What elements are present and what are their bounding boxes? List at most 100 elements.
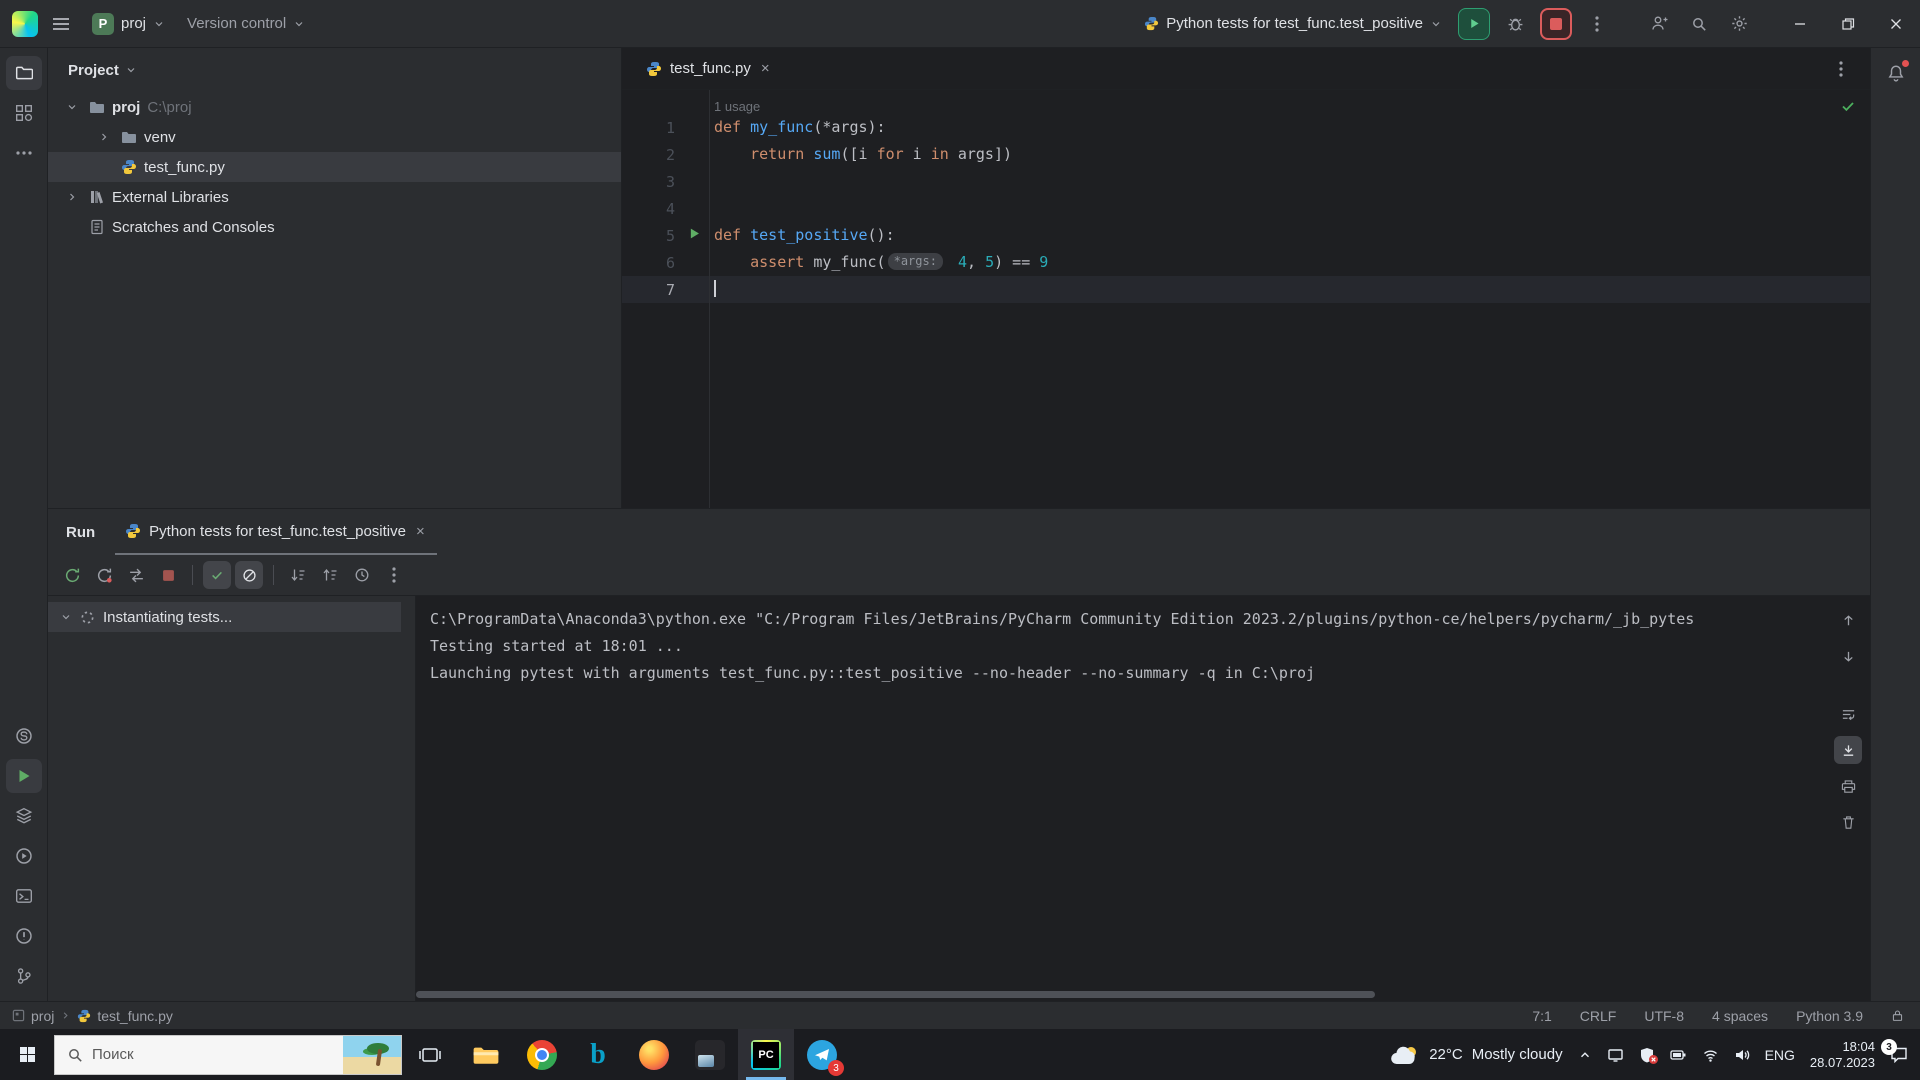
bing-button[interactable]: b <box>570 1029 626 1080</box>
run-button[interactable] <box>1458 7 1490 40</box>
photos-app-button[interactable] <box>682 1029 738 1080</box>
editor-tab-test-func[interactable]: test_func.py × <box>622 48 784 89</box>
inspections-ok-icon[interactable] <box>1840 98 1856 114</box>
stripe-item-python-console[interactable] <box>6 839 42 873</box>
stripe-item-project[interactable] <box>5 56 42 90</box>
taskbar-search[interactable]: Поиск <box>54 1034 402 1075</box>
code-line-2[interactable]: return sum([i for i in args]) <box>710 141 1870 168</box>
stripe-item-problems[interactable] <box>6 919 42 953</box>
more-actions-button[interactable] <box>1580 7 1614 41</box>
run-test-gutter-icon[interactable] <box>688 227 701 240</box>
close-tab-icon[interactable]: × <box>759 60 772 77</box>
status-interpreter[interactable]: Python 3.9 <box>1796 1008 1863 1024</box>
tree-item-scratches[interactable]: Scratches and Consoles <box>48 212 621 242</box>
code-line-6[interactable]: assert my_func(*args: 4, 5) == 9 <box>710 249 1870 276</box>
close-tab-icon[interactable]: × <box>414 523 427 540</box>
status-cursor-position[interactable]: 7:1 <box>1532 1008 1551 1024</box>
line-number[interactable]: 1 <box>622 114 709 141</box>
chevron-right-icon[interactable] <box>62 191 82 203</box>
project-widget[interactable]: P proj <box>84 7 173 41</box>
horizontal-scrollbar[interactable] <box>416 991 1375 998</box>
telegram-button[interactable]: 3 <box>794 1029 850 1080</box>
stop-test-button[interactable] <box>154 561 182 589</box>
stop-button[interactable] <box>1540 7 1572 40</box>
stripe-item-services[interactable] <box>6 799 42 833</box>
firefox-button[interactable] <box>626 1029 682 1080</box>
run-toolwindow-title[interactable]: Run <box>66 524 95 541</box>
line-number[interactable]: 5 <box>622 222 709 249</box>
minimize-button[interactable] <box>1776 0 1824 47</box>
chrome-button[interactable] <box>514 1029 570 1080</box>
test-history-button[interactable] <box>348 561 376 589</box>
stripe-item-python-packages[interactable] <box>6 719 42 753</box>
code-line-5[interactable]: def test_positive(): <box>710 222 1870 249</box>
soft-wrap-button[interactable] <box>1834 700 1862 728</box>
line-number[interactable]: 4 <box>622 195 709 222</box>
line-number[interactable]: 6 <box>622 249 709 276</box>
scroll-to-end-button[interactable] <box>1834 736 1862 764</box>
language-indicator[interactable]: ENG <box>1765 1047 1795 1063</box>
pycharm-taskbar-button[interactable]: PC <box>738 1029 794 1080</box>
line-number[interactable]: 7 <box>622 276 709 303</box>
code-line-7[interactable] <box>710 276 1870 303</box>
code-line-3[interactable] <box>710 168 1870 195</box>
vcs-widget[interactable]: Version control <box>179 9 313 38</box>
test-tree-item[interactable]: Instantiating tests... <box>48 602 401 632</box>
chevron-right-icon[interactable] <box>94 131 114 143</box>
tab-options-button[interactable] <box>1824 52 1858 86</box>
autotest-button[interactable] <box>122 561 150 589</box>
status-indent[interactable]: 4 spaces <box>1712 1008 1768 1024</box>
add-user-button[interactable] <box>1642 7 1676 41</box>
weather-widget[interactable]: 22°C Mostly cloudy <box>1390 1044 1563 1066</box>
code-line-4[interactable] <box>710 195 1870 222</box>
status-encoding[interactable]: UTF-8 <box>1644 1008 1684 1024</box>
start-button[interactable] <box>0 1029 54 1080</box>
sort-down-button[interactable] <box>284 561 312 589</box>
run-tab[interactable]: Python tests for test_func.test_positive… <box>115 509 437 555</box>
tray-network-icon[interactable] <box>1702 1047 1719 1063</box>
stripe-item-run[interactable] <box>5 759 42 793</box>
chevron-down-icon[interactable] <box>62 101 82 113</box>
status-line-ending[interactable]: CRLF <box>1580 1008 1617 1024</box>
rerun-button[interactable] <box>58 561 86 589</box>
show-passed-toggle[interactable] <box>203 561 231 589</box>
tree-item-test-func[interactable]: test_func.py <box>48 152 621 182</box>
scroll-up-button[interactable] <box>1834 606 1862 634</box>
clock-widget[interactable]: 18:04 28.07.2023 <box>1810 1039 1875 1071</box>
task-view-button[interactable] <box>402 1029 458 1080</box>
tree-item-root[interactable]: proj C:\proj <box>48 92 621 122</box>
print-button[interactable] <box>1834 772 1862 800</box>
show-ignored-toggle[interactable] <box>235 561 263 589</box>
stripe-item-more[interactable] <box>6 136 42 170</box>
run-console[interactable]: C:\ProgramData\Anaconda3\python.exe "C:/… <box>416 596 1826 1001</box>
sort-up-button[interactable] <box>316 561 344 589</box>
clear-console-button[interactable] <box>1834 808 1862 836</box>
stripe-item-structure[interactable] <box>6 96 42 130</box>
run-toolbar-more-button[interactable] <box>380 561 408 589</box>
line-number[interactable]: 2 <box>622 141 709 168</box>
run-config-widget[interactable]: Python tests for test_func.test_positive <box>1136 9 1450 38</box>
tree-item-external-libraries[interactable]: External Libraries <box>48 182 621 212</box>
maximize-button[interactable] <box>1824 0 1872 47</box>
tray-volume-icon[interactable] <box>1734 1047 1750 1063</box>
stripe-item-terminal[interactable] <box>6 879 42 913</box>
lock-icon[interactable] <box>1891 1009 1904 1022</box>
search-everywhere-button[interactable] <box>1682 7 1716 41</box>
action-center-button[interactable]: 3 <box>1881 1039 1908 1063</box>
tray-display-icon[interactable] <box>1607 1047 1624 1063</box>
chevron-down-icon[interactable] <box>125 64 137 76</box>
breadcrumb-file[interactable]: test_func.py <box>97 1008 173 1024</box>
main-menu-button[interactable] <box>44 7 78 41</box>
notifications-button[interactable] <box>1878 56 1914 90</box>
breadcrumb-root[interactable]: proj <box>31 1008 54 1024</box>
tray-shield-alert-icon[interactable] <box>1639 1047 1658 1064</box>
usages-inlay-hint[interactable]: 1 usage <box>710 90 1870 114</box>
settings-button[interactable] <box>1722 7 1756 41</box>
debug-button[interactable] <box>1498 7 1532 41</box>
tree-item-venv[interactable]: venv <box>48 122 621 152</box>
rerun-failed-button[interactable] <box>90 561 118 589</box>
chevron-down-icon[interactable] <box>60 611 72 623</box>
close-button[interactable] <box>1872 0 1920 47</box>
tray-battery-icon[interactable] <box>1669 1047 1687 1063</box>
file-explorer-button[interactable] <box>458 1029 514 1080</box>
